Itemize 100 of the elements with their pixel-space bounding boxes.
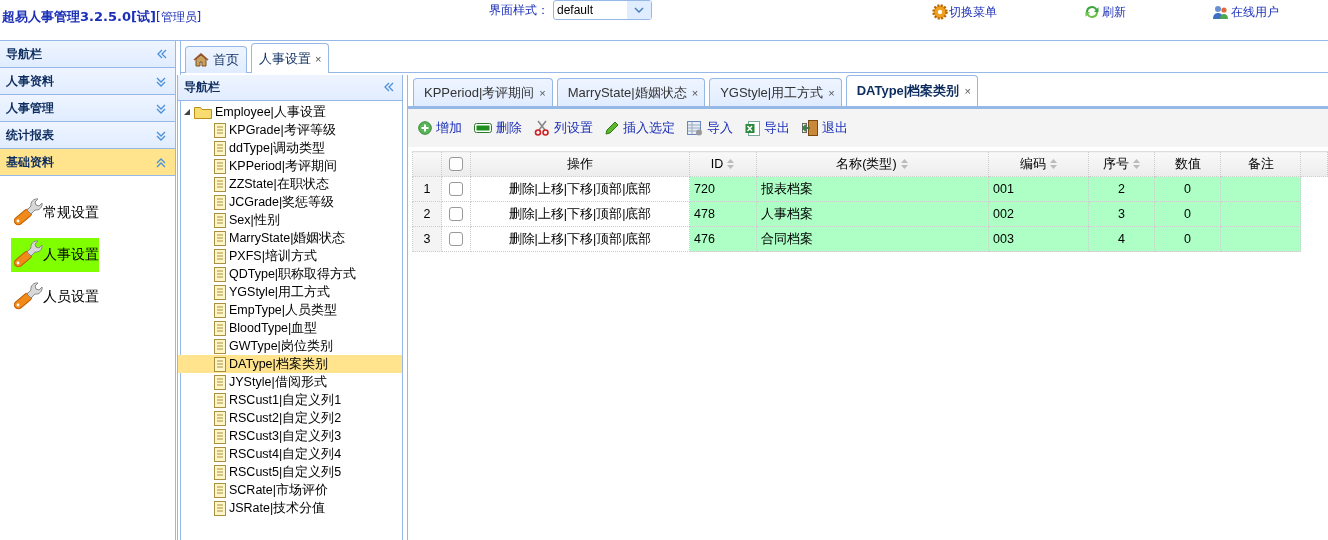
toolbar-button[interactable]: 导出 — [745, 119, 790, 137]
tree-item[interactable]: GWType|岗位类别 — [178, 337, 402, 355]
add-icon[interactable] — [418, 121, 432, 135]
tree-item[interactable]: ddType|调动类型 — [178, 139, 402, 157]
toolbar-button[interactable]: 插入选定 — [605, 119, 675, 137]
tree-item[interactable]: Sex|性别 — [178, 211, 402, 229]
table-cell: 报表档案 — [756, 176, 989, 202]
toolbar-link[interactable]: 切换菜单 — [932, 3, 997, 21]
row-actions[interactable]: 删除|上移|下移|顶部|底部 — [470, 226, 690, 252]
table-cell: 476 — [689, 226, 757, 252]
tab[interactable]: DAType|档案类别 × — [845, 75, 978, 106]
toolbar-button[interactable]: 退出 — [802, 119, 848, 137]
pencil-icon[interactable] — [605, 121, 619, 135]
tree-item[interactable]: KPPeriod|考评期间 — [178, 157, 402, 175]
accordion-header[interactable]: 人事资料 — [0, 68, 175, 95]
checkbox[interactable] — [449, 207, 463, 221]
sort-icon — [1048, 158, 1058, 170]
user-role: [管理员] — [155, 10, 202, 24]
menu-item[interactable]: 人事设置 — [11, 238, 99, 272]
tree-item[interactable]: RSCust3|自定义列3 — [178, 427, 402, 445]
app-title: 超易人事管理3.2.5.0[试] — [2, 9, 156, 24]
collapse-icon[interactable] — [155, 47, 167, 61]
document-icon — [214, 338, 226, 354]
toolbar-button[interactable]: 列设置 — [534, 119, 593, 137]
tree-item[interactable]: SCRate|市场评价 — [178, 481, 402, 499]
checkbox[interactable] — [449, 182, 463, 196]
refresh-icon — [1083, 3, 1101, 21]
document-icon — [214, 428, 226, 444]
accordion-header[interactable]: 基础资料 — [0, 149, 175, 176]
style-dropdown[interactable]: default — [553, 0, 652, 20]
tree-item[interactable]: JYStyle|借阅形式 — [178, 373, 402, 391]
document-icon — [214, 284, 226, 300]
toolbar-button[interactable]: 导入 — [687, 119, 733, 137]
chevron-down-icon[interactable] — [634, 7, 644, 13]
sort-icon — [1131, 158, 1141, 170]
door-icon[interactable] — [802, 120, 818, 136]
accordion-header[interactable]: 统计报表 — [0, 122, 175, 149]
tab[interactable]: YGStyle|用工方式 × — [709, 78, 842, 106]
document-icon — [214, 356, 226, 372]
tree-item[interactable]: KPGrade|考评等级 — [178, 121, 402, 139]
tree-item[interactable]: BloodType|血型 — [178, 319, 402, 337]
tab[interactable]: KPPeriod|考评期间 × — [413, 78, 553, 106]
document-icon — [214, 158, 226, 174]
triangle-down-icon[interactable] — [183, 108, 191, 116]
toolbar-button[interactable]: 增加 — [418, 119, 462, 137]
table-cell: 002 — [988, 201, 1089, 227]
document-icon — [214, 320, 226, 336]
document-icon — [214, 500, 226, 516]
tree-item[interactable]: DAType|档案类别 — [178, 355, 402, 373]
sort-icon — [726, 158, 736, 170]
column-header[interactable]: 操作 — [567, 155, 593, 173]
document-icon — [214, 374, 226, 390]
close-icon[interactable]: × — [691, 86, 699, 99]
tree-item[interactable]: RSCust4|自定义列4 — [178, 445, 402, 463]
spreadsheet-icon[interactable] — [687, 120, 703, 136]
document-icon — [214, 446, 226, 462]
table-cell: 人事档案 — [756, 201, 989, 227]
document-icon — [214, 176, 226, 192]
remove-icon[interactable] — [474, 122, 492, 134]
tree-item[interactable]: EmpType|人员类型 — [178, 301, 402, 319]
tab[interactable]: MarryState|婚姻状态 × — [556, 78, 706, 106]
row-actions[interactable]: 删除|上移|下移|顶部|底部 — [470, 176, 690, 202]
row-number: 3 — [412, 226, 442, 252]
toolbar-link[interactable]: 刷新 — [1083, 3, 1126, 21]
scissors-icon[interactable] — [534, 120, 550, 136]
checkbox[interactable] — [449, 157, 463, 171]
close-icon[interactable]: × — [539, 86, 546, 99]
tree-item[interactable]: JCGrade|奖惩等级 — [178, 193, 402, 211]
tree-item[interactable]: RSCust5|自定义列5 — [178, 463, 402, 481]
document-icon — [214, 410, 226, 426]
toolbar-link[interactable]: 在线用户 — [1212, 3, 1279, 21]
document-icon — [214, 392, 226, 408]
tab[interactable]: 人事设置 × — [251, 43, 330, 73]
tree-item[interactable]: Employee|人事设置 — [178, 103, 402, 121]
tree-item[interactable]: YGStyle|用工方式 — [178, 283, 402, 301]
style-label: 界面样式： — [489, 1, 549, 19]
document-icon — [214, 230, 226, 246]
tree-item[interactable]: RSCust1|自定义列1 — [178, 391, 402, 409]
tree-item[interactable]: RSCust2|自定义列2 — [178, 409, 402, 427]
table-cell: 720 — [689, 176, 757, 202]
tree-item[interactable]: JSRate|技术分值 — [178, 499, 402, 517]
close-icon[interactable]: × — [315, 52, 322, 65]
close-icon[interactable]: × — [828, 86, 835, 99]
row-number: 2 — [412, 201, 442, 227]
collapse-icon[interactable] — [382, 81, 394, 94]
tree-item[interactable]: MarryState|婚姻状态 — [178, 229, 402, 247]
menu-item[interactable]: 常规设置 — [11, 196, 99, 230]
checkbox[interactable] — [449, 232, 463, 246]
house-icon[interactable] — [193, 53, 209, 67]
menu-item[interactable]: 人员设置 — [11, 280, 99, 314]
gear-icon — [932, 4, 948, 20]
toolbar-button[interactable]: 删除 — [474, 119, 522, 137]
tab[interactable]: 首页 — [185, 46, 247, 73]
close-icon[interactable]: × — [964, 85, 971, 97]
tree-item[interactable]: ZZState|在职状态 — [178, 175, 402, 193]
excel-icon[interactable] — [745, 120, 760, 136]
row-actions[interactable]: 删除|上移|下移|顶部|底部 — [470, 201, 690, 227]
tree-item[interactable]: PXFS|培训方式 — [178, 247, 402, 265]
tree-item[interactable]: QDType|职称取得方式 — [178, 265, 402, 283]
accordion-header[interactable]: 人事管理 — [0, 95, 175, 122]
